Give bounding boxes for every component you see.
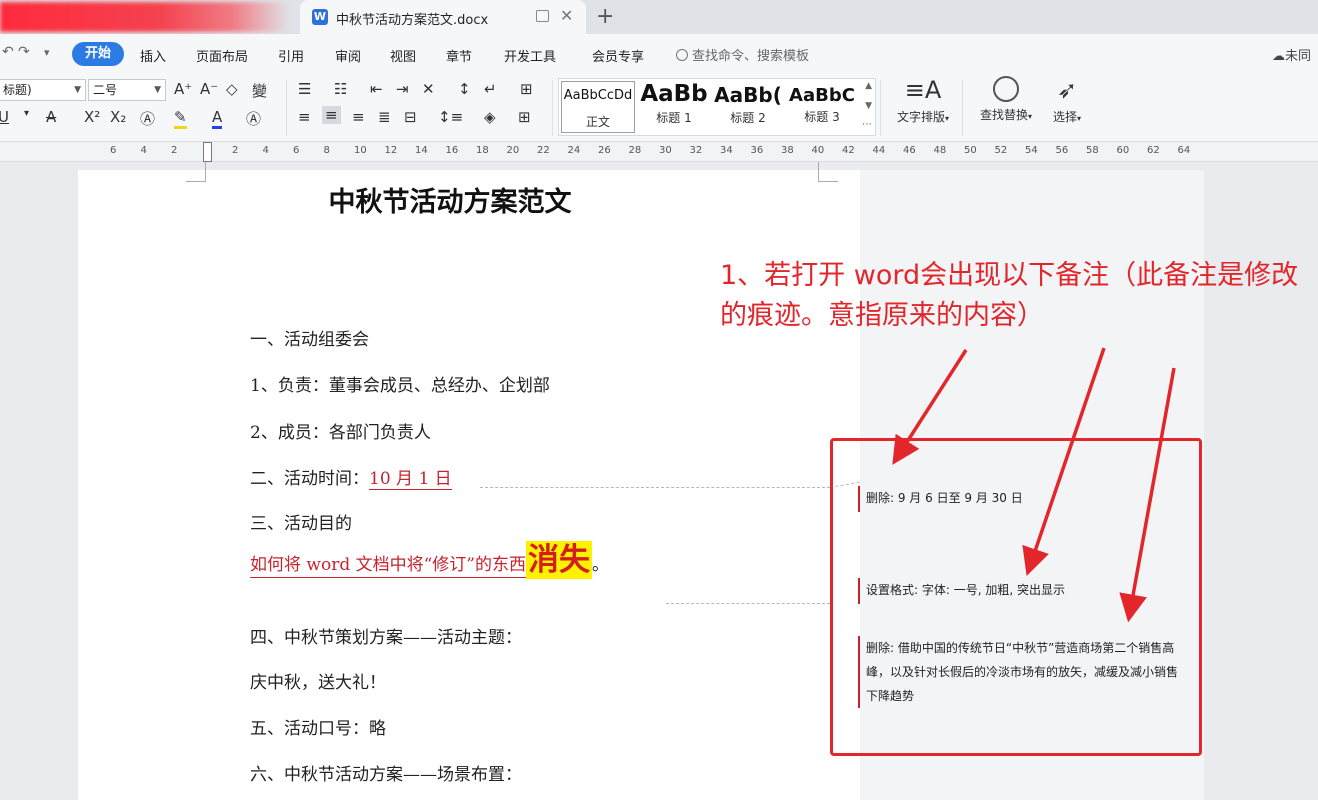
annotation-arrow-1 xyxy=(892,349,968,465)
annotation-arrow-2 xyxy=(1022,347,1106,576)
annotation-arrows xyxy=(892,347,1176,623)
annotation-arrow-3 xyxy=(1119,367,1176,623)
